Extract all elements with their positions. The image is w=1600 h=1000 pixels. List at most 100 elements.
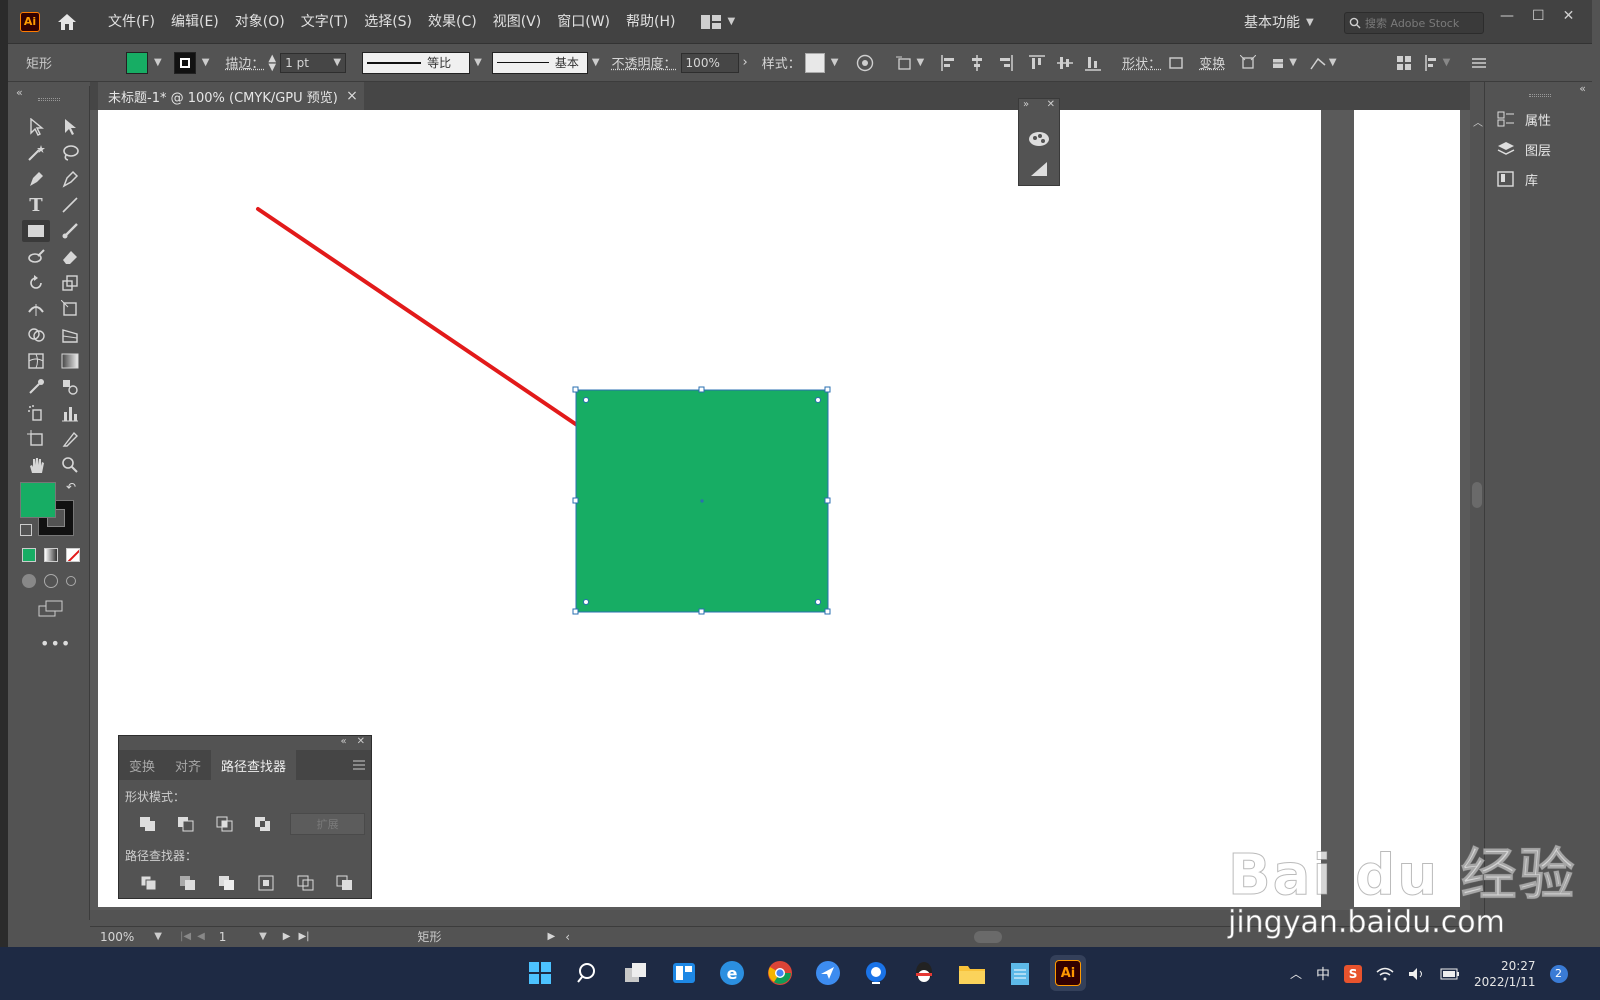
tab-align[interactable]: 对齐 [165,750,211,780]
panel-properties[interactable]: 属性 [1485,104,1592,134]
graphic-style-swatch[interactable] [804,52,825,73]
menu-help[interactable]: 帮助(H) [618,0,683,44]
collapse-icon[interactable]: « [340,736,346,750]
menu-edit[interactable]: 编辑(E) [163,0,227,44]
crop-icon[interactable] [247,870,286,896]
qq-app-icon[interactable] [906,955,942,991]
gradient-panel-icon[interactable] [1029,160,1049,178]
align-left-icon[interactable] [938,52,960,74]
unite-icon[interactable] [129,811,167,837]
blend-tool-icon[interactable] [56,376,84,398]
lasso-tool-icon[interactable] [56,142,84,164]
column-graph-tool-icon[interactable] [56,402,84,424]
magic-wand-tool-icon[interactable] [22,142,50,164]
shape-builder-tool-icon[interactable] [22,324,50,346]
align-to-icon[interactable] [894,52,916,74]
merge-icon[interactable] [208,870,247,896]
shape-label[interactable]: 形状： [1122,53,1161,72]
panel-layout-icon[interactable] [1393,52,1415,74]
scroll-up-icon[interactable]: ︿ [1473,114,1483,129]
tab-transform[interactable]: 变换 [119,750,165,780]
first-artboard-icon[interactable]: |◀ [180,931,191,942]
perspective-grid-tool-icon[interactable] [56,324,84,346]
shape-properties-icon[interactable] [1165,52,1187,74]
menu-object[interactable]: 对象(O) [227,0,293,44]
status-menu-icon[interactable]: ▶ [548,931,556,942]
menu-window[interactable]: 窗口(W) [549,0,618,44]
clock[interactable]: 20:27 2022/1/11 [1474,958,1536,990]
scale-tool-icon[interactable] [56,272,84,294]
file-explorer-icon[interactable] [954,955,990,991]
chevron-down-icon[interactable]: ▼ [474,57,482,68]
transform-bounding-icon[interactable] [1237,52,1259,74]
variable-width-profile[interactable]: 等比 [362,51,471,74]
default-colors-icon[interactable] [20,524,32,536]
close-icon[interactable]: ✕ [1563,8,1575,24]
type-tool-icon[interactable]: T [22,194,50,216]
outline-icon[interactable] [286,870,325,896]
workspace-switcher[interactable]: 基本功能 ▼ [1244,12,1314,32]
close-icon[interactable]: ✕ [357,736,365,750]
isolate-selected-icon[interactable] [1267,52,1289,74]
intersect-icon[interactable] [206,811,244,837]
horizontal-scroll-thumb[interactable] [974,930,1003,943]
close-icon[interactable]: ✕ [1047,99,1055,110]
recolor-artwork-icon[interactable] [854,52,876,74]
none-mode-icon[interactable] [66,548,80,562]
artboard-tool-icon[interactable] [22,428,50,450]
minimize-icon[interactable]: — [1500,8,1514,24]
more-tools-icon[interactable]: ••• [40,634,71,653]
align-bottom-icon[interactable] [1082,52,1104,74]
expand-button[interactable]: 扩展 [290,813,366,835]
rectangle-tool-icon[interactable] [22,220,50,242]
chevron-down-icon[interactable]: ▼ [831,57,839,68]
exclude-icon[interactable] [244,811,282,837]
scroll-left-icon[interactable]: ‹ [565,930,570,944]
prev-artboard-icon[interactable]: ◀ [197,931,205,942]
battery-icon[interactable] [1440,968,1460,980]
menu-select[interactable]: 选择(S) [356,0,420,44]
artboard-number-field[interactable]: 1 ▼ [214,928,271,945]
sogou-ime-icon[interactable]: S [1344,964,1363,983]
fill-color-swatch[interactable] [20,482,56,518]
notification-badge[interactable]: 2 [1549,964,1568,983]
widgets-icon[interactable] [666,955,702,991]
symbol-sprayer-tool-icon[interactable] [22,402,50,424]
fill-swatch[interactable] [126,51,148,74]
tray-overflow-icon[interactable]: ︿ [1290,965,1302,982]
draw-behind-icon[interactable] [44,574,58,588]
pen-tool-icon[interactable] [22,168,50,190]
line-segment-tool-icon[interactable] [56,194,84,216]
panel-layers[interactable]: 图层 [1485,134,1592,164]
control-bar-menu-icon[interactable] [1468,52,1490,74]
opacity-label[interactable]: 不透明度： [612,53,677,72]
opacity-field[interactable]: 100% [680,52,739,73]
chevron-down-icon[interactable]: ▼ [916,57,924,68]
edge-browser-icon[interactable]: e [714,955,750,991]
eraser-tool-icon[interactable] [56,246,84,268]
stroke-weight-field[interactable]: 1 pt ▼ [280,52,347,73]
last-artboard-icon[interactable]: ▶| [298,931,309,942]
mesh-tool-icon[interactable] [22,350,50,372]
home-icon[interactable] [56,11,78,33]
shaper-tool-icon[interactable] [22,246,50,268]
panel-menu-icon[interactable] [353,750,371,780]
ime-indicator[interactable]: 中 [1316,964,1330,984]
grip-icon[interactable] [1529,94,1551,97]
hand-tool-icon[interactable] [22,454,50,476]
minus-back-icon[interactable] [326,870,365,896]
collapse-icon[interactable]: « [1579,82,1586,95]
feishu-app-icon[interactable] [810,955,846,991]
gradient-mode-icon[interactable] [44,548,58,562]
stroke-swatch[interactable] [173,51,196,74]
free-transform-tool-icon[interactable] [56,298,84,320]
scroll-thumb[interactable] [1472,482,1482,508]
chevron-down-icon[interactable]: ▼ [154,57,162,68]
chevron-down-icon[interactable]: ▼ [1329,57,1337,68]
screen-mode-icon[interactable] [38,600,64,622]
windows-start-icon[interactable] [522,955,558,991]
volume-icon[interactable] [1408,967,1426,981]
curvature-tool-icon[interactable] [56,168,84,190]
eyedropper-tool-icon[interactable] [22,376,50,398]
menu-type[interactable]: 文字(T) [293,0,356,44]
